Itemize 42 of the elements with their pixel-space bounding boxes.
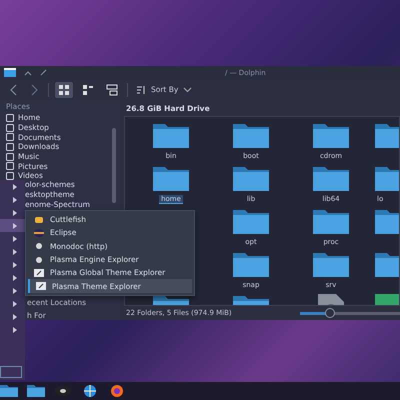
caret-up-icon[interactable] <box>24 70 32 76</box>
slider-handle[interactable] <box>325 308 335 318</box>
arrow-right-icon <box>13 248 17 254</box>
folder-icon[interactable] <box>233 251 269 277</box>
tree-view-icon <box>106 84 118 96</box>
arrow-right-icon <box>13 196 17 202</box>
folder-icon[interactable] <box>233 122 269 148</box>
browser-icon[interactable] <box>108 383 126 399</box>
folder-icon[interactable] <box>233 208 269 234</box>
arrow-right-icon <box>13 326 17 332</box>
window-icon <box>34 268 44 278</box>
app-icon <box>4 68 16 77</box>
arrow-right-icon <box>13 222 17 228</box>
grid-view-icon <box>58 84 70 96</box>
list-view-icon <box>82 84 94 96</box>
sort-icon <box>136 84 146 94</box>
window-icon <box>36 281 46 292</box>
folder-icon[interactable] <box>153 165 189 191</box>
disc-icon[interactable] <box>54 383 72 399</box>
view-mode-button[interactable] <box>55 82 73 98</box>
globe-icon[interactable] <box>81 383 99 399</box>
arrow-right-icon <box>13 210 17 216</box>
folder-icon[interactable] <box>313 122 349 148</box>
folder-icon[interactable] <box>313 251 349 277</box>
folder-icon[interactable] <box>313 165 349 191</box>
folder-icon[interactable] <box>153 122 189 148</box>
category-item[interactable] <box>0 219 25 232</box>
arrow-right-icon <box>13 184 17 190</box>
eclipse-icon <box>34 228 44 238</box>
chevron-down-icon <box>183 86 192 92</box>
folder-icon[interactable] <box>27 383 45 399</box>
arrow-right-icon <box>13 262 17 268</box>
folder-icon[interactable] <box>233 165 269 191</box>
arrow-right-icon <box>13 274 17 280</box>
arrow-right-icon <box>13 314 17 320</box>
arrow-right-icon <box>13 300 17 306</box>
folder-icon[interactable] <box>313 208 349 234</box>
arrow-right-icon <box>13 288 17 294</box>
scrollbar[interactable] <box>112 128 116 203</box>
search-field[interactable] <box>0 366 22 378</box>
folder-icon[interactable] <box>0 383 18 399</box>
arrow-right-icon <box>13 236 17 242</box>
